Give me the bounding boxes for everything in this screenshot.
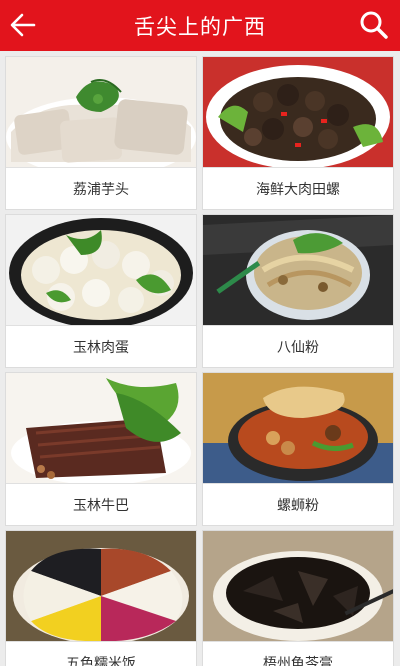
dish-image: [203, 531, 393, 641]
dish-image: [6, 373, 196, 483]
page-title: 舌尖上的广西: [134, 14, 266, 39]
dish-card[interactable]: 螺蛳粉: [202, 372, 394, 526]
dish-image: [6, 57, 196, 167]
dish-image: [6, 531, 196, 641]
dish-card[interactable]: 海鲜大肉田螺: [202, 56, 394, 210]
dish-name: 梧州龟苓膏: [203, 641, 393, 666]
dish-image: [203, 215, 393, 325]
arrow-left-icon: [10, 13, 36, 37]
dish-image: [6, 215, 196, 325]
back-button[interactable]: [4, 5, 44, 45]
dish-name: 玉林肉蛋: [6, 325, 196, 367]
dish-name: 海鲜大肉田螺: [203, 167, 393, 209]
dish-grid: 荔浦芋头 海鲜大肉田螺 玉林肉蛋 八仙粉 玉林牛巴 螺蛳粉 五色糯米饭 梧州龟苓…: [0, 51, 400, 666]
dish-image: [203, 57, 393, 167]
dish-name: 螺蛳粉: [203, 483, 393, 525]
dish-name: 荔浦芋头: [6, 167, 196, 209]
dish-card[interactable]: 梧州龟苓膏: [202, 530, 394, 666]
dish-card[interactable]: 八仙粉: [202, 214, 394, 368]
dish-name: 玉林牛巴: [6, 483, 196, 525]
dish-image: [203, 373, 393, 483]
search-icon: [360, 11, 388, 39]
dish-card[interactable]: 荔浦芋头: [5, 56, 197, 210]
dish-name: 五色糯米饭: [6, 641, 196, 666]
search-button[interactable]: [354, 5, 394, 45]
dish-card[interactable]: 玉林牛巴: [5, 372, 197, 526]
dish-card[interactable]: 五色糯米饭: [5, 530, 197, 666]
app-bar: 舌尖上的广西: [0, 0, 400, 51]
dish-card[interactable]: 玉林肉蛋: [5, 214, 197, 368]
dish-name: 八仙粉: [203, 325, 393, 367]
